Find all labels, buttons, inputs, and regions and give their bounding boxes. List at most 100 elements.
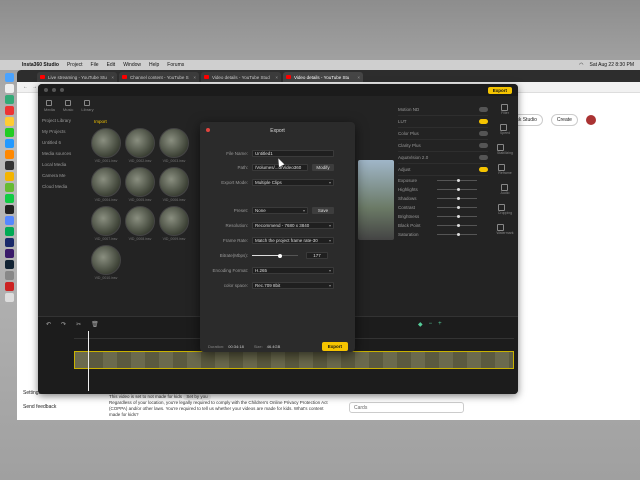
- cards-field[interactable]: Cards: [349, 402, 464, 413]
- adjust-slider[interactable]: Shadows: [398, 194, 488, 203]
- tool-media[interactable]: Media: [44, 100, 55, 112]
- resolution-select[interactable]: Recommend - 7680 x 3840 ▾: [252, 222, 334, 229]
- encoding-select[interactable]: H.265 ▾: [252, 267, 334, 274]
- color-space-select[interactable]: Rec.709 8bit ▾: [252, 282, 334, 289]
- preview-icon[interactable]: [5, 271, 14, 280]
- close-icon[interactable]: ×: [193, 75, 196, 80]
- back-icon[interactable]: ←: [23, 84, 28, 90]
- preset-select[interactable]: None ▾: [252, 207, 308, 214]
- rail-watermark[interactable]: Watermark: [496, 224, 513, 235]
- zoom-in-icon[interactable]: +: [438, 321, 442, 328]
- lightroom-icon[interactable]: [5, 260, 14, 269]
- numbers-icon[interactable]: [5, 183, 14, 192]
- clock[interactable]: Sat Aug 22 8:30 PM: [590, 62, 634, 68]
- slider-track[interactable]: [437, 223, 477, 227]
- tool-music[interactable]: Music: [63, 100, 73, 112]
- slider-track[interactable]: [437, 178, 477, 182]
- slider-track[interactable]: [437, 196, 477, 200]
- media-thumb[interactable]: VID_0010.insv: [90, 245, 122, 280]
- modify-button[interactable]: Modify: [312, 164, 334, 171]
- library-item[interactable]: My Projects: [42, 129, 88, 134]
- tool-library[interactable]: Library: [81, 100, 94, 112]
- library-item[interactable]: Media sources: [42, 151, 88, 156]
- notes-icon[interactable]: [5, 117, 14, 126]
- adjust-slider[interactable]: Highlights: [398, 185, 488, 194]
- save-preset-button[interactable]: Save: [312, 207, 334, 214]
- playhead[interactable]: [88, 331, 89, 391]
- adjust-slider[interactable]: Saturation: [398, 230, 488, 239]
- motion-nd-toggle[interactable]: [479, 107, 488, 112]
- adjust-slider[interactable]: Black Point: [398, 221, 488, 230]
- adjust-slider[interactable]: Contrast: [398, 203, 488, 212]
- export-button[interactable]: Export: [321, 342, 348, 351]
- spotify-icon[interactable]: [5, 194, 14, 203]
- slider-track[interactable]: [437, 214, 477, 218]
- terminal-icon[interactable]: [5, 161, 14, 170]
- rail-speed[interactable]: Speed: [499, 124, 510, 135]
- tab-video-details-1[interactable]: Video details - YouTube Stud ×: [201, 72, 281, 82]
- photoshop-icon[interactable]: [5, 238, 14, 247]
- tab-live-streaming[interactable]: Live streaming - YouTube Stu ×: [37, 72, 117, 82]
- library-item[interactable]: Camera Me: [42, 173, 88, 178]
- window-control-icon[interactable]: [60, 88, 64, 92]
- chrome-icon[interactable]: [5, 172, 14, 181]
- premiere-icon[interactable]: [5, 227, 14, 236]
- trash-icon[interactable]: [5, 293, 14, 302]
- import-button[interactable]: Import: [94, 119, 107, 124]
- aquavision-toggle[interactable]: [479, 155, 488, 160]
- split-icon[interactable]: ✂: [76, 321, 81, 328]
- zoom-icon[interactable]: [5, 216, 14, 225]
- clarity-plus-toggle[interactable]: [479, 143, 488, 148]
- menu-forums[interactable]: Forums: [167, 62, 184, 68]
- media-thumb[interactable]: VID_0006.insv: [158, 167, 190, 202]
- media-thumb[interactable]: VID_0009.insv: [158, 206, 190, 241]
- create-button[interactable]: Create: [550, 114, 578, 126]
- keyframe-icon[interactable]: ◆: [418, 321, 423, 328]
- wifi-icon[interactable]: ◠: [579, 62, 583, 68]
- calendar-icon[interactable]: [5, 106, 14, 115]
- color-plus-toggle[interactable]: [479, 131, 488, 136]
- adjust-slider[interactable]: Exposure: [398, 176, 488, 185]
- undo-icon[interactable]: ↶: [46, 321, 51, 328]
- appstore-icon[interactable]: [5, 139, 14, 148]
- bitrate-slider-knob[interactable]: [277, 253, 282, 258]
- frame-rate-select[interactable]: Match the project frame rate-30 ▾: [252, 237, 334, 244]
- slider-track[interactable]: [437, 205, 477, 209]
- library-item[interactable]: Cloud Media: [42, 184, 88, 189]
- youtube-icon[interactable]: [5, 282, 14, 291]
- menu-edit[interactable]: Edit: [107, 62, 116, 68]
- bitrate-slider[interactable]: [252, 253, 298, 258]
- rail-stabilizing[interactable]: Stabilizing: [497, 144, 513, 155]
- menu-window[interactable]: Window: [123, 62, 141, 68]
- finder-icon[interactable]: [5, 73, 14, 82]
- window-control-icon[interactable]: [52, 88, 56, 92]
- rail-cropping[interactable]: Cropping: [497, 204, 512, 215]
- close-icon[interactable]: ×: [357, 75, 360, 80]
- slider-track[interactable]: [437, 187, 477, 191]
- library-item[interactable]: Untitled 6: [42, 140, 88, 145]
- tab-video-details-2[interactable]: Video details - YouTube Stu ×: [283, 72, 363, 82]
- top-export-button[interactable]: Export: [487, 86, 512, 94]
- media-thumb[interactable]: VID_0008.insv: [124, 206, 156, 241]
- adjust-slider[interactable]: Brightness: [398, 212, 488, 221]
- library-item[interactable]: Local Media: [42, 162, 88, 167]
- aftereffects-icon[interactable]: [5, 249, 14, 258]
- forward-icon[interactable]: →: [32, 84, 37, 90]
- menu-project[interactable]: Project: [67, 62, 83, 68]
- bitrate-input[interactable]: 177: [306, 252, 328, 259]
- app-menu[interactable]: Insta360 Studio: [22, 62, 59, 68]
- send-feedback-link[interactable]: Send feedback: [23, 404, 56, 410]
- delete-icon[interactable]: 🗑: [91, 321, 99, 328]
- media-thumb[interactable]: VID_0001.insv: [90, 128, 122, 163]
- video-track-clip[interactable]: [74, 351, 514, 369]
- rail-reframe[interactable]: Reframe: [498, 164, 512, 175]
- media-thumb[interactable]: VID_0007.insv: [90, 206, 122, 241]
- media-thumb[interactable]: VID_0002.insv: [124, 128, 156, 163]
- menu-file[interactable]: File: [91, 62, 99, 68]
- menu-help[interactable]: Help: [149, 62, 159, 68]
- rail-filter[interactable]: Filter: [501, 104, 509, 115]
- rail-audio[interactable]: Audio: [500, 184, 509, 195]
- avatar[interactable]: [585, 115, 596, 125]
- redo-icon[interactable]: ↷: [61, 321, 66, 328]
- window-control-icon[interactable]: [44, 88, 48, 92]
